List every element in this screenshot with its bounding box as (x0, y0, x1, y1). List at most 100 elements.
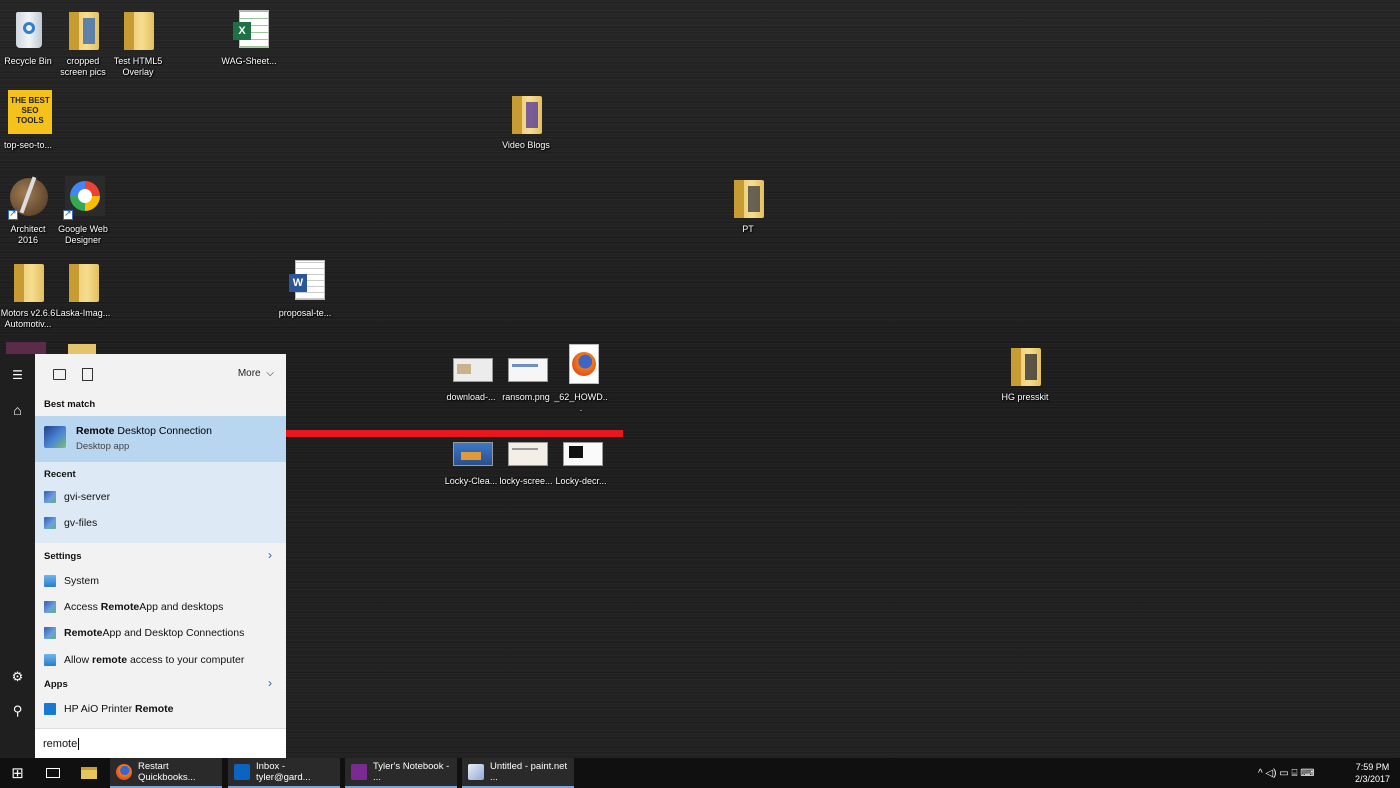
clock-date: 2/3/2017 (1354, 774, 1390, 784)
image-file-icon[interactable]: download-... (443, 342, 499, 403)
image-file-icon[interactable]: THE BEST SEO TOOLS top-seo-to... (0, 90, 56, 151)
remoteapp-icon (44, 627, 56, 639)
chevron-down-icon: ⌵ (266, 368, 274, 379)
taskbar-app-paintnet[interactable]: Untitled - paint.net ... (462, 758, 574, 788)
recent-item-label: gv-files (64, 517, 98, 529)
folder-icon[interactable]: Motors v2.6.6 Automotiv... (0, 258, 56, 330)
folder-icon[interactable]: Test HTML5 Overlay (110, 6, 166, 78)
system-tray-icons[interactable]: ^ ◁) ▭ ⌸ ⌨ (1258, 758, 1315, 788)
folder-glyph (4, 258, 52, 306)
system-icon (44, 654, 56, 666)
icon-label: download-... (446, 392, 496, 402)
taskbar-app-label: Restart Quickbooks... (138, 761, 196, 783)
icon-label: HG presskit (1001, 392, 1049, 402)
taskbar-app-onenote[interactable]: Tyler's Notebook - ... (345, 758, 457, 788)
folder-icon[interactable]: Laska-Imag... (55, 258, 111, 319)
arrow-shaft (259, 430, 623, 437)
task-view-icon (46, 768, 60, 778)
best-match-title-rest: Desktop Connection (114, 425, 212, 437)
word-file-icon[interactable]: W proposal-te... (277, 258, 333, 319)
recent-heading: Recent (44, 469, 76, 480)
icon-label: top-seo-to... (3, 140, 53, 150)
best-match-title: Remote Desktop Connection (76, 425, 212, 437)
setting-item-allow-remote-access[interactable]: Allow remote access to your computer (35, 647, 286, 673)
chevron-right-icon: › (268, 676, 272, 690)
seo-thumb-text: THE BEST SEO TOOLS (8, 90, 52, 134)
recycle-bin-icon[interactable]: Recycle Bin (0, 6, 56, 67)
settings-heading: Settings (44, 550, 82, 562)
best-match-remote-desktop-connection[interactable]: Remote Desktop Connection Desktop app (35, 416, 286, 462)
architect-app-icon[interactable]: Architect 2016 (0, 174, 56, 246)
icon-label: Video Blogs (502, 140, 550, 150)
search-input[interactable]: remote (35, 728, 286, 758)
taskbar: ⊞ Restart Quickbooks... Inbox - tyler@ga… (0, 758, 1400, 788)
app-item-hp-aio-printer-remote[interactable]: HP AiO Printer Remote (35, 696, 286, 722)
icon-label: WAG-Sheet... (221, 56, 277, 66)
icon-label: Locky-decr... (555, 476, 607, 486)
setting-item-remoteapp-connections[interactable]: RemoteApp and Desktop Connections (35, 620, 286, 646)
recent-item-gv-files[interactable]: gv-files (35, 510, 286, 536)
setting-item-label: Allow remote access to your computer (64, 654, 245, 666)
excel-file-icon[interactable]: X WAG-Sheet... (221, 6, 277, 67)
icon-label: Google Web Designer (58, 224, 108, 245)
icon-label: locky-scree... (499, 476, 553, 486)
settings-heading-row[interactable]: Settings › (35, 543, 286, 569)
feedback-icon[interactable]: ⚲ (0, 696, 35, 726)
seo-thumbnail-glyph: THE BEST SEO TOOLS (4, 90, 52, 138)
best-match-title-bold: Remote (76, 425, 115, 437)
folder-icon[interactable]: PT (720, 174, 776, 235)
taskbar-app-label: Tyler's Notebook - ... (373, 761, 450, 783)
remote-desktop-icon (44, 517, 56, 529)
file-explorer-button[interactable] (72, 758, 106, 788)
documents-filter-icon[interactable] (82, 368, 93, 381)
setting-item-access-remoteapp[interactable]: Access RemoteApp and desktops (35, 594, 286, 620)
apps-heading-row[interactable]: Apps › (35, 672, 286, 696)
firefox-file-icon[interactable]: _62_HOWD... (553, 342, 609, 414)
image-file-icon[interactable]: ransom.png (498, 342, 554, 403)
icon-label: ransom.png (502, 392, 550, 402)
chevron-right-icon: › (268, 548, 272, 562)
setting-item-label: System (64, 575, 100, 587)
setting-item-label: Access RemoteApp and desktops (64, 601, 224, 613)
home-icon[interactable]: ⌂ (0, 395, 35, 425)
folder-icon[interactable]: HG presskit (997, 342, 1053, 403)
more-label: More (237, 368, 261, 379)
folder-icon[interactable]: cropped screen pics (55, 6, 111, 78)
outlook-icon (234, 764, 250, 780)
remoteapp-icon (44, 601, 56, 613)
recent-item-gvi-server[interactable]: gvi-server (35, 484, 286, 510)
recycle-bin-glyph (4, 6, 52, 54)
icon-label: Architect 2016 (10, 224, 46, 245)
search-results-panel: More ⌵ Best match Remote Desktop Connect… (35, 354, 286, 758)
folder-glyph (59, 258, 107, 306)
taskbar-app-firefox[interactable]: Restart Quickbooks... (110, 758, 222, 788)
setting-item-label: RemoteApp and Desktop Connections (64, 627, 245, 639)
word-badge: W (289, 274, 307, 292)
folder-glyph (502, 90, 550, 138)
apps-filter-icon[interactable] (53, 369, 66, 380)
icon-label: Test HTML5 Overlay (113, 56, 163, 77)
folder-icon[interactable]: Video Blogs (498, 90, 554, 151)
firefox-glyph (557, 342, 605, 390)
windows-start-button[interactable]: ⊞ (0, 758, 35, 788)
task-view-button[interactable] (36, 758, 70, 788)
thumbnail-glyph (447, 342, 495, 390)
hp-app-icon (44, 703, 56, 715)
icon-label: PT (742, 224, 754, 234)
taskbar-app-outlook[interactable]: Inbox - tyler@gard... (228, 758, 340, 788)
icon-label: Locky-Clea... (444, 476, 498, 486)
folder-glyph (1001, 342, 1049, 390)
settings-gear-icon[interactable]: ⚙ (0, 662, 35, 692)
clock[interactable]: 7:59 PM 2/3/2017 (1355, 761, 1390, 785)
gwd-glyph (59, 174, 107, 222)
more-filter-button[interactable]: More ⌵ (238, 368, 274, 379)
excel-badge: X (233, 22, 251, 40)
best-match-subtitle: Desktop app (76, 441, 130, 452)
file-explorer-icon (81, 767, 97, 779)
setting-item-system[interactable]: System (35, 568, 286, 594)
icon-label: Recycle Bin (4, 56, 52, 66)
icon-label: proposal-te... (278, 308, 332, 318)
hamburger-menu-icon[interactable]: ☰ (0, 360, 35, 390)
folder-glyph (59, 6, 107, 54)
google-web-designer-icon[interactable]: Google Web Designer (55, 174, 111, 246)
